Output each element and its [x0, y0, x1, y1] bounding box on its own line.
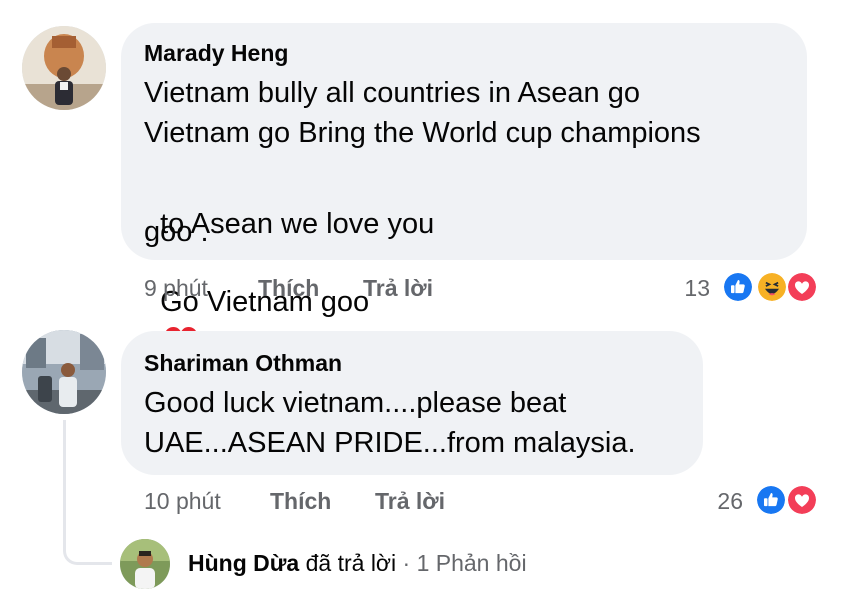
- reply-button[interactable]: Trả lời: [375, 488, 445, 515]
- reply-button[interactable]: Trả lời: [363, 275, 433, 302]
- comment-text-line: Vietnam go Bring the World cup champions: [144, 117, 701, 149]
- love-reaction-icon: [786, 271, 818, 303]
- comment-text-line: Vietnam bully all countries in Asean go: [144, 77, 640, 109]
- avatar-shariman-othman[interactable]: [22, 330, 106, 414]
- like-reaction-icon: [755, 484, 787, 516]
- like-button[interactable]: Thích: [258, 275, 319, 302]
- avatar-marady-heng[interactable]: [22, 26, 106, 110]
- comment-text-line: UAE...ASEAN PRIDE...from malaysia.: [144, 427, 636, 459]
- like-button[interactable]: Thích: [270, 488, 331, 515]
- haha-reaction-icon: [756, 271, 788, 303]
- love-reaction-icon: [786, 484, 818, 516]
- comment-text-line: Good luck vietnam....please beat: [144, 387, 567, 419]
- reply-thread-line: [63, 420, 112, 565]
- comment-author[interactable]: Marady Heng: [144, 40, 288, 67]
- reply-count[interactable]: 1 Phản hồi: [417, 550, 527, 576]
- reaction-count[interactable]: 26: [703, 488, 743, 515]
- reaction-count[interactable]: 13: [670, 275, 710, 302]
- comment-text-line: goo .: [144, 216, 209, 248]
- like-reaction-icon: [722, 271, 754, 303]
- reply-separator: ·: [402, 550, 411, 576]
- reply-action: đã trả lời: [305, 550, 397, 576]
- reply-summary[interactable]: Hùng Dừa đã trả lời · 1 Phản hồi: [188, 550, 527, 577]
- comment-timestamp[interactable]: 10 phút: [144, 488, 221, 515]
- reply-author[interactable]: Hùng Dừa: [188, 550, 299, 576]
- avatar-hung-dua[interactable]: [120, 539, 170, 589]
- comment-timestamp[interactable]: 9 phút: [144, 275, 208, 302]
- comment-author[interactable]: Shariman Othman: [144, 350, 342, 377]
